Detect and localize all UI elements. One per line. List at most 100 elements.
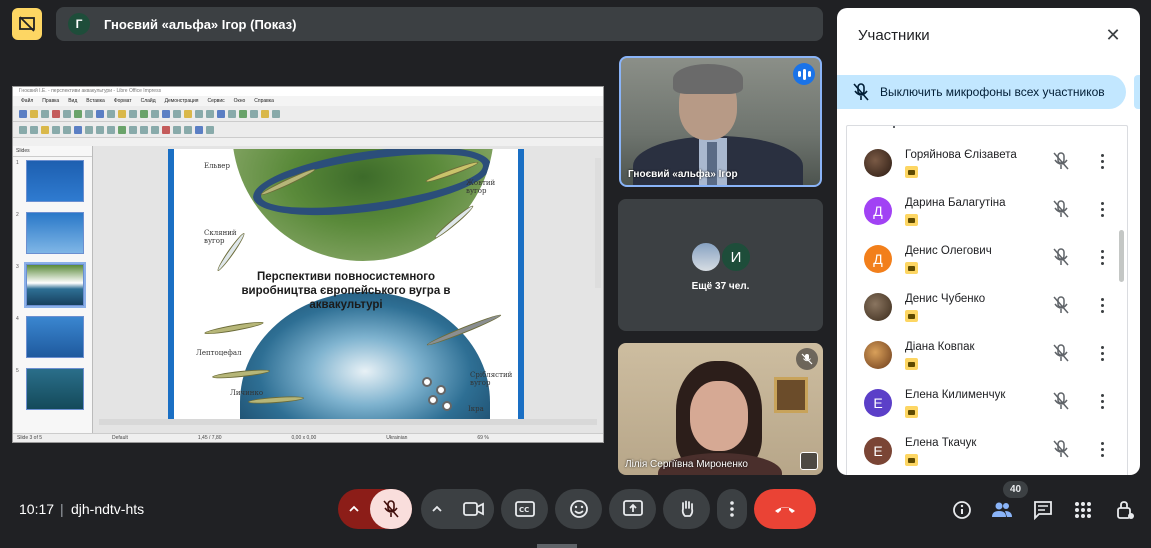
activities-icon[interactable] [1072, 499, 1094, 521]
raise-hand-button[interactable] [663, 489, 710, 529]
menu-item: Слайд [140, 98, 156, 104]
chevron-up-icon[interactable] [338, 489, 370, 529]
mute-all-button[interactable]: Выключить микрофоны всех участников [837, 75, 1126, 109]
meeting-code: djh-ndtv-hts [71, 501, 145, 517]
slides-pane: Slides 1 2 3 4 5 [13, 146, 93, 433]
participant-row[interactable]: Е Елена Ткачук [847, 433, 1129, 475]
status-zoom: 69 % [477, 435, 489, 441]
more-options-icon[interactable] [1096, 439, 1108, 459]
slide-canvas: Ельвер Жовтий вугор Скляний вугор Перспе… [93, 146, 603, 433]
slide-thumbnail [26, 368, 84, 410]
shared-statusbar: Slide 3 of 5 Default 1,45 / 7,80 0,00 x … [13, 433, 603, 442]
clock: 10:17 [19, 501, 55, 517]
avatar: Е [864, 437, 892, 465]
mic-off-icon[interactable] [1051, 247, 1071, 267]
slide-hscrollbar [99, 419, 597, 425]
mic-off-icon[interactable] [1051, 295, 1071, 315]
participant-name: Денис Чубенко [905, 293, 986, 305]
participant-avatar [690, 241, 722, 273]
menu-item: Справка [254, 98, 274, 104]
presenter-video-tile[interactable]: Гноєвий «альфа» Ігор [619, 56, 822, 187]
avatar [864, 293, 892, 321]
presentation-badge-icon [905, 310, 918, 322]
slide-title: Перспективи повносистемного виробництва … [241, 271, 451, 311]
slide-thumbnail-active [24, 262, 86, 308]
label-yellow-eel: Жовтий вугор [466, 179, 496, 195]
mic-off-icon[interactable] [1051, 391, 1071, 411]
pin-icon[interactable] [800, 452, 818, 470]
status-layout: Default [112, 435, 128, 441]
participant-row[interactable]: Д Дарина Балагутіна [847, 193, 1129, 241]
avatar: Д [864, 197, 892, 225]
status-slide: Slide 3 of 5 [17, 435, 43, 441]
avatar: Е [864, 389, 892, 417]
mic-control-group [338, 489, 412, 529]
meeting-info-icon[interactable] [951, 499, 973, 521]
camera-icon [462, 502, 484, 516]
label-leptocephalus: Лептоцефал [196, 349, 242, 357]
participant-row[interactable]: Д Денис Олегович [847, 241, 1129, 289]
slides-pane-label: Slides [13, 146, 92, 157]
hang-up-icon [775, 507, 795, 513]
presentation-banner: Г Гноєвий «альфа» Ігор (Показ) [56, 7, 823, 41]
label-elver: Ельвер [204, 162, 230, 170]
leave-call-button[interactable] [754, 489, 816, 529]
participant-name: Елена Ткачук [905, 437, 977, 449]
participant-name: Діана Ковпак [905, 341, 975, 353]
shared-drawing-toolbar [13, 122, 603, 138]
presenting-icon [12, 8, 42, 40]
thumb-number: 4 [16, 316, 19, 322]
participant-row[interactable]: Денис Чубенко [847, 289, 1129, 337]
chevron-up-icon[interactable] [421, 489, 453, 529]
participant-row[interactable]: Е Елена Килименчук [847, 385, 1129, 433]
close-icon[interactable]: ✕ [1102, 24, 1124, 46]
present-button[interactable] [609, 489, 656, 529]
mic-off-icon[interactable] [1051, 343, 1071, 363]
participant-name: Денис Олегович [905, 245, 992, 257]
emoji-icon [569, 500, 588, 518]
label-silver-eel: Сріблястий вугор [470, 371, 513, 387]
more-options-icon[interactable] [1096, 199, 1108, 219]
more-options-button[interactable] [717, 489, 747, 529]
thumb-number: 1 [16, 160, 19, 166]
mic-off-icon [853, 83, 869, 101]
more-options-icon[interactable] [1096, 343, 1108, 363]
menu-item: Окно [233, 98, 246, 104]
people-icon[interactable] [991, 499, 1013, 521]
host-controls-icon[interactable] [1114, 499, 1136, 521]
presenter-avatar: Г [68, 13, 90, 35]
presentation-title: Гноєвий «альфа» Ігор (Показ) [104, 16, 297, 32]
thumb-number: 2 [16, 212, 19, 218]
captions-icon: CC [514, 501, 535, 517]
shared-screen: Гноєвий І.Е. - перспективи аквакультури … [12, 86, 604, 443]
separator: | [60, 501, 64, 517]
menu-item: Формат [113, 98, 132, 104]
shared-window-title: Гноєвий І.Е. - перспективи аквакультури … [13, 87, 603, 96]
mic-off-icon[interactable] [1051, 199, 1071, 219]
participant-name: Елена Килименчук [905, 389, 1006, 401]
status-language: Ukrainian [386, 435, 408, 441]
panel-title: Участники [858, 27, 930, 44]
chat-icon[interactable] [1032, 499, 1054, 521]
participant-row[interactable]: Горяйнова Єлізавета [847, 145, 1129, 193]
more-options-icon[interactable] [1096, 295, 1108, 315]
menu-item: Вставка [86, 98, 105, 104]
current-slide: Ельвер Жовтий вугор Скляний вугор Перспе… [168, 149, 524, 421]
mic-toggle-button[interactable] [370, 489, 412, 529]
avatar: Д [864, 245, 892, 273]
mic-off-icon[interactable] [1051, 151, 1071, 171]
presentation-badge-icon [905, 358, 918, 370]
avatar [864, 149, 892, 177]
camera-toggle-button[interactable] [453, 489, 494, 529]
more-options-icon[interactable] [1096, 151, 1108, 171]
mic-off-icon[interactable] [1051, 439, 1071, 459]
more-participants-tile[interactable]: И Ещё 37 чел. [618, 199, 823, 331]
captions-button[interactable]: CC [501, 489, 548, 529]
more-options-icon[interactable] [1096, 391, 1108, 411]
presentation-badge-icon [905, 454, 918, 466]
participant-video-tile[interactable]: Лілія Сергіївна Мироненко [618, 343, 823, 475]
more-options-icon[interactable] [1096, 247, 1108, 267]
participant-row[interactable]: Діана Ковпак [847, 337, 1129, 385]
mic-off-icon [796, 348, 818, 370]
reactions-button[interactable] [555, 489, 602, 529]
